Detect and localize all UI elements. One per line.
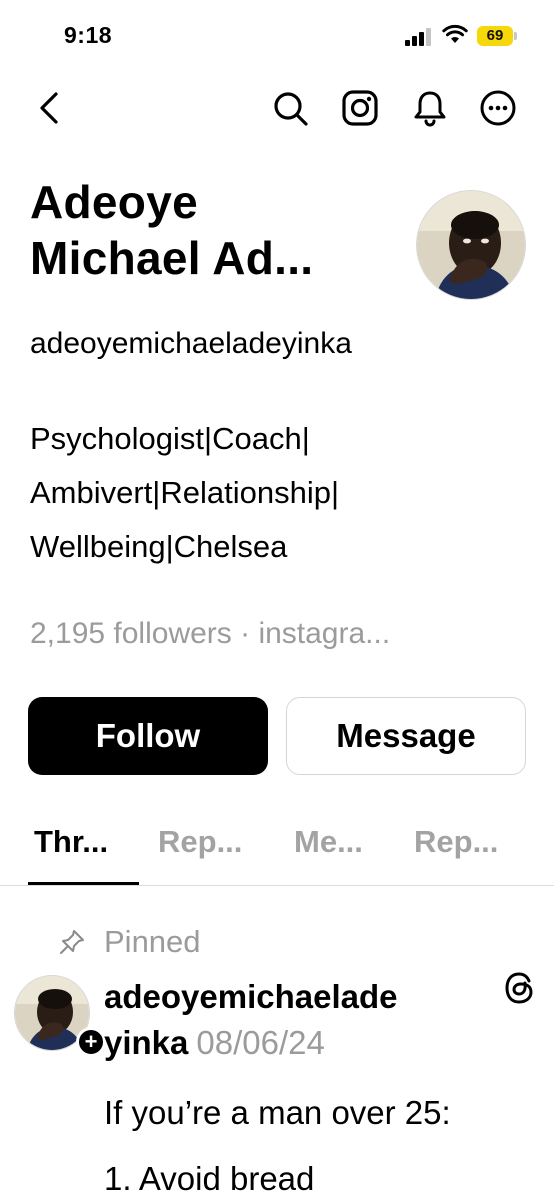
status-bar: 9:18 69 [0,0,554,70]
battery-level: 69 [486,27,504,44]
battery-icon: 69 [477,26,517,46]
more-options-icon [480,90,516,126]
instagram-icon [342,90,378,126]
search-button[interactable] [268,86,312,130]
post-avatar[interactable]: + [14,975,106,1057]
tab-media[interactable]: Me... [294,824,363,860]
profile-nav-bar [0,78,554,138]
bio-line: Psychologist|Coach| [30,421,310,456]
post-body: If you’re a man over 25: 1. Avoid bread [104,1080,544,1199]
profile-name: Adeoye Michael Ad... [30,174,400,286]
search-icon [274,92,308,126]
pinned-indicator: Pinned [58,920,201,964]
back-button[interactable] [28,86,72,130]
post-author-name-part2: yinka [104,1024,189,1061]
bio-line: Wellbeing|Chelsea [30,529,288,564]
instagram-button[interactable] [338,86,382,130]
tab-threads[interactable]: Thr... [34,824,108,860]
message-button[interactable]: Message [286,697,526,775]
tab-reposts[interactable]: Rep... [414,824,498,860]
tab-replies[interactable]: Rep... [158,824,242,860]
follow-plus-icon[interactable]: + [76,1027,106,1057]
profile-avatar[interactable] [416,190,526,300]
wifi-icon [442,24,468,43]
pinned-label: Pinned [104,924,201,959]
avatar-photo [417,191,525,299]
active-tab-indicator [28,882,139,885]
post-text-line: 1. Avoid bread [104,1160,315,1197]
post-date: 08/06/24 [196,1024,325,1061]
profile-name-line1: Adeoye [30,176,198,228]
profile-name-line2: Michael Ad... [30,232,314,284]
threads-icon[interactable] [502,970,538,1006]
back-chevron-icon [40,92,58,124]
followers-and-link[interactable]: 2,195 followers · instagra... [30,614,390,654]
profile-username: adeoyemichaeladeyinka [30,327,352,360]
pin-icon [60,930,84,954]
cellular-signal-icon [405,28,431,46]
post-text-line: If you’re a man over 25: [104,1094,451,1131]
more-options-button[interactable] [476,86,520,130]
post-author[interactable]: adeoyemichaelade yinka 08/06/24 [104,974,494,1066]
profile-tabs: Thr... Rep... Me... Rep... [0,810,554,886]
profile-bio: Psychologist|Coach| Ambivert|Relationshi… [30,412,510,574]
notifications-button[interactable] [408,86,452,130]
bell-icon [414,91,446,127]
bio-line: Ambivert|Relationship| [30,475,340,510]
status-time: 9:18 [64,22,113,48]
follow-button[interactable]: Follow [28,697,268,775]
battery-tip [514,32,517,40]
post-author-name-part1: adeoyemichaelade [104,978,398,1015]
